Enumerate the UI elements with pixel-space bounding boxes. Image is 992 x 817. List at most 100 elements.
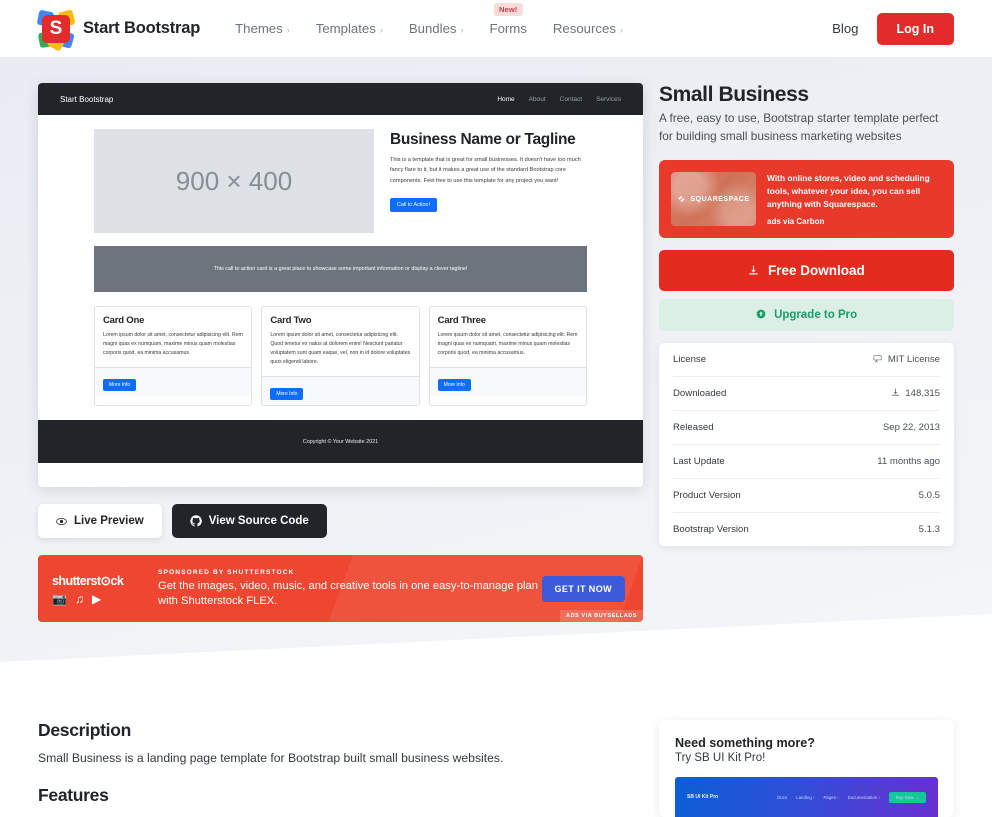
- features-heading: Features: [38, 785, 109, 805]
- info-value: 148,315: [891, 388, 940, 399]
- carbon-ad-text: With online stores, video and scheduling…: [767, 173, 930, 209]
- download-icon: [749, 266, 758, 275]
- info-label: License: [673, 354, 707, 366]
- top-navbar: S Start Bootstrap Themes › Templates › Bun…: [0, 0, 992, 57]
- mock-card: Card One Lorem ipsum dolor sit amet, con…: [94, 306, 253, 407]
- nav-item-resources[interactable]: Resources ›: [540, 15, 636, 42]
- mock-cta-button: Call to Action!: [390, 198, 437, 213]
- upgrade-to-pro-label: Upgrade to Pro: [774, 309, 858, 322]
- carbon-ad-image-label: SQUARESPACE: [690, 195, 750, 203]
- page-subtitle: A free, easy to use, Bootstrap starter t…: [659, 111, 939, 143]
- video-icon: ▶: [91, 591, 102, 606]
- nav-item-bundles[interactable]: Bundles ›: [396, 15, 477, 42]
- mock-nav-links: Home About Contact Services: [497, 96, 621, 103]
- promo-subheading: Try SB UI Kit Pro!: [675, 752, 766, 764]
- eye-icon: [56, 517, 67, 525]
- shutterstock-cta-button[interactable]: GET IT NOW: [541, 575, 625, 602]
- promo-shot-buy-button: Buy Now →: [888, 791, 926, 803]
- promo-column: Need something more? Try SB UI Kit Pro! …: [659, 720, 954, 817]
- mock-placeholder-image: 900 × 400: [94, 129, 374, 233]
- shutterstock-text-column: SPONSORED BY SHUTTERSTOCK Get the images…: [154, 569, 542, 609]
- mock-body: 900 × 400 Business Name or Tagline This …: [38, 115, 643, 233]
- navbar-right-actions: Blog Log In: [832, 12, 954, 45]
- shutterstock-media-icons: 📷 ♫ ▶: [52, 593, 154, 605]
- page-title: Small Business: [659, 83, 809, 106]
- promo-shot-link: Docs: [777, 794, 788, 800]
- mock-paragraph: This is a template that is great for sma…: [390, 157, 581, 184]
- info-row-released: Released Sep 22, 2013: [673, 411, 940, 446]
- carbon-ad[interactable]: SQUARESPACE With online stores, video an…: [659, 160, 954, 239]
- nav-item-forms[interactable]: New! Forms: [477, 3, 540, 42]
- mock-card-button: More Info: [103, 379, 137, 392]
- description-body: Small Business is a landing page templat…: [38, 751, 504, 765]
- live-preview-label: Live Preview: [74, 515, 144, 527]
- mock-card-text: Lorem ipsum dolor sit amet, consectetur …: [103, 332, 243, 357]
- shutterstock-kicker: SPONSORED BY SHUTTERSTOCK: [158, 568, 295, 576]
- info-row-bootstrap-version: Bootstrap Version 5.1.3: [673, 513, 940, 546]
- preview-action-row: Live Preview View Source Code: [38, 504, 643, 538]
- mock-brand: Start Bootstrap: [60, 94, 114, 104]
- mock-nav-home: Home: [497, 95, 515, 103]
- ad-credit-label: ADS VIA BUYSELLADS: [560, 610, 643, 622]
- nav-label-bundles: Bundles: [408, 21, 457, 36]
- template-preview-mockup[interactable]: Start Bootstrap Home About Contact Servi…: [38, 83, 643, 487]
- carbon-ad-attribution: ads via Carbon: [767, 217, 825, 227]
- mock-nav-about: About: [528, 95, 546, 103]
- description-heading: Description: [38, 720, 131, 740]
- sb-ui-kit-promo-card[interactable]: Need something more? Try SB UI Kit Pro! …: [659, 720, 954, 817]
- description-column: Description Small Business is a landing …: [38, 720, 643, 817]
- promo-shot-link: Landing ›: [796, 794, 815, 800]
- shutterstock-ad-banner[interactable]: shutterst⊙ck 📷 ♫ ▶ SPONSORED BY SHUTTERS…: [38, 555, 643, 622]
- mock-card-button: More Info: [437, 379, 471, 392]
- mock-card-title: Card One: [103, 315, 145, 326]
- mock-navbar: Start Bootstrap Home About Contact Servi…: [38, 83, 643, 115]
- mock-card-button: More Info: [270, 388, 304, 401]
- nav-label-templates: Templates: [315, 21, 376, 36]
- upgrade-to-pro-button[interactable]: Upgrade to Pro: [659, 299, 954, 332]
- info-value-text: 148,315: [905, 388, 940, 400]
- template-preview-column: Start Bootstrap Home About Contact Servi…: [38, 83, 643, 622]
- mock-callout-card: This call to action card is a great plac…: [94, 246, 587, 292]
- shutterstock-logo-column: shutterst⊙ck 📷 ♫ ▶: [52, 573, 154, 605]
- template-info-column: Small Business A free, easy to use, Boot…: [659, 83, 954, 622]
- start-bootstrap-logo-icon: S: [36, 8, 76, 52]
- github-icon: [190, 515, 202, 527]
- info-value-text: MIT License: [887, 354, 940, 366]
- login-button[interactable]: Log In: [876, 12, 954, 45]
- mock-card-title: Card Two: [270, 315, 312, 326]
- carbon-ad-image: SQUARESPACE: [671, 172, 756, 227]
- mock-card: Card Three Lorem ipsum dolor sit amet, c…: [428, 306, 587, 407]
- info-row-downloaded: Downloaded 148,315: [673, 377, 940, 412]
- promo-heading: Need something more?: [675, 736, 815, 750]
- promo-shot-links: Docs Landing › Pages › Documentation › B…: [777, 791, 926, 803]
- view-source-button[interactable]: View Source Code: [171, 504, 327, 538]
- info-label: Bootstrap Version: [673, 524, 749, 536]
- chevron-right-icon: ›: [379, 25, 383, 35]
- info-label: Downloaded: [673, 388, 727, 400]
- nav-item-themes[interactable]: Themes ›: [222, 15, 303, 42]
- certificate-icon: [873, 355, 882, 363]
- live-preview-button[interactable]: Live Preview: [38, 504, 162, 538]
- free-download-button[interactable]: Free Download: [659, 250, 954, 292]
- nav-label-resources: Resources: [552, 21, 616, 36]
- info-label: Last Update: [673, 456, 725, 468]
- squarespace-icon: [678, 196, 686, 202]
- info-label: Released: [673, 422, 714, 434]
- info-value: 5.0.5: [918, 490, 940, 502]
- hero-section: Start Bootstrap Home About Contact Servi…: [0, 57, 992, 694]
- promo-shot-link: Pages ›: [823, 794, 839, 800]
- mock-cards-row: Card One Lorem ipsum dolor sit amet, con…: [94, 306, 587, 407]
- nav-item-blog[interactable]: Blog: [832, 21, 858, 36]
- chevron-right-icon: ›: [460, 25, 464, 35]
- arrow-up-circle-icon: [756, 310, 766, 319]
- nav-item-templates[interactable]: Templates ›: [303, 15, 396, 42]
- promo-screenshot: SB UI Kit Pro Docs Landing › Pages › Doc…: [675, 777, 938, 817]
- details-section: Description Small Business is a landing …: [0, 720, 992, 817]
- mock-card-title: Card Three: [437, 315, 486, 326]
- brand-logo-link[interactable]: S Start Bootstrap: [36, 8, 200, 52]
- info-value: 11 months ago: [877, 456, 940, 468]
- shutterstock-wordmark: shutterst⊙ck: [52, 573, 124, 588]
- info-value: MIT License: [873, 354, 940, 365]
- info-label: Product Version: [673, 490, 741, 502]
- mock-card-text: Lorem ipsum dolor sit amet, consectetur …: [437, 332, 578, 357]
